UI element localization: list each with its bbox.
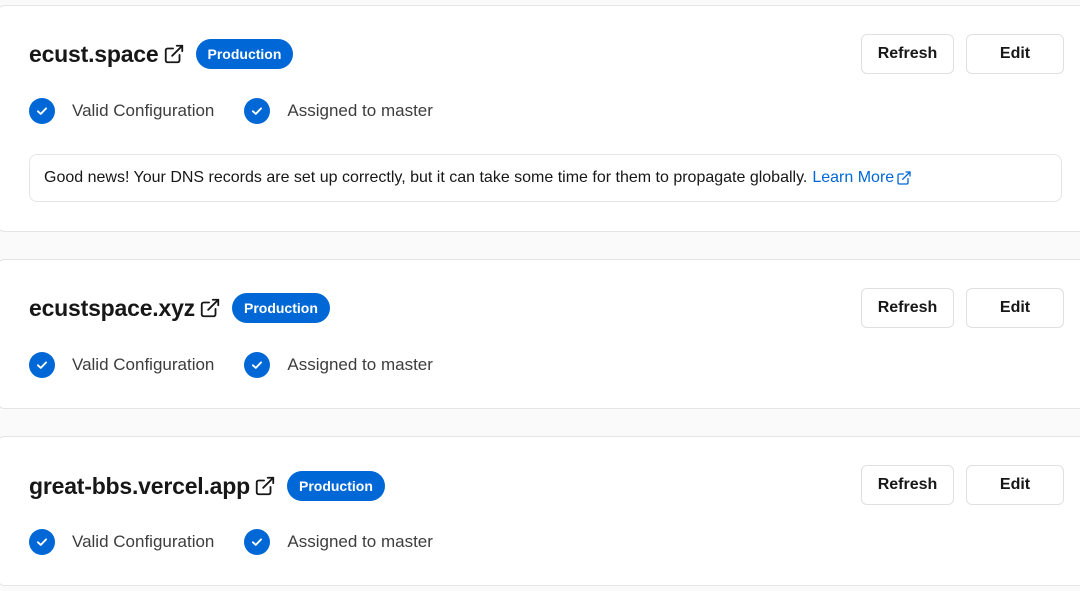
refresh-button[interactable]: Refresh: [861, 465, 954, 505]
check-circle-icon: [29, 98, 55, 124]
status-label: Valid Configuration: [72, 532, 215, 551]
external-link-icon[interactable]: [163, 43, 185, 65]
refresh-button[interactable]: Refresh: [861, 34, 954, 74]
status-label: Valid Configuration: [72, 355, 215, 374]
external-link-icon[interactable]: [199, 297, 221, 319]
status-valid-configuration: Valid Configuration: [29, 98, 214, 124]
domains-page: ecust.space Production Refresh Edit Vali…: [0, 0, 1080, 591]
domain-name[interactable]: ecustspace.xyz: [29, 295, 195, 322]
status-label: Assigned to master: [287, 101, 433, 120]
domain-header: great-bbs.vercel.app Production: [29, 466, 385, 506]
edit-button[interactable]: Edit: [966, 288, 1064, 328]
check-circle-icon: [29, 529, 55, 555]
edit-button[interactable]: Edit: [966, 34, 1064, 74]
check-circle-icon: [244, 98, 271, 124]
domain-name[interactable]: great-bbs.vercel.app: [29, 473, 250, 500]
dns-notice: Good news! Your DNS records are set up c…: [29, 154, 1062, 202]
domain-header: ecustspace.xyz Production: [29, 288, 330, 328]
domain-card: ecust.space Production Refresh Edit Vali…: [0, 5, 1080, 232]
learn-more-label[interactable]: Learn More: [812, 169, 894, 187]
status-valid-configuration: Valid Configuration: [29, 529, 214, 555]
external-link-icon[interactable]: [254, 475, 276, 497]
status-label: Assigned to master: [287, 355, 433, 374]
check-circle-icon: [244, 529, 271, 555]
external-link-icon[interactable]: [896, 170, 912, 186]
domain-card: great-bbs.vercel.app Production Refresh …: [0, 436, 1080, 586]
status-assigned-branch: Assigned to master: [244, 529, 433, 555]
status-row: Valid Configuration Assigned to master: [29, 528, 433, 556]
status-row: Valid Configuration Assigned to master: [29, 351, 433, 379]
check-circle-icon: [244, 352, 271, 378]
domain-header: ecust.space Production: [29, 34, 294, 74]
check-circle-icon: [29, 352, 55, 378]
environment-badge: Production: [286, 471, 385, 501]
edit-button[interactable]: Edit: [966, 465, 1064, 505]
status-row: Valid Configuration Assigned to master: [29, 97, 433, 125]
status-label: Assigned to master: [287, 532, 433, 551]
refresh-button[interactable]: Refresh: [861, 288, 954, 328]
domain-card: ecustspace.xyz Production Refresh Edit V…: [0, 259, 1080, 409]
environment-badge: Production: [231, 293, 330, 323]
domain-name[interactable]: ecust.space: [29, 41, 159, 68]
status-label: Valid Configuration: [72, 101, 215, 120]
environment-badge: Production: [195, 39, 294, 69]
notice-text: Good news! Your DNS records are set up c…: [44, 169, 808, 186]
status-assigned-branch: Assigned to master: [244, 98, 433, 124]
status-assigned-branch: Assigned to master: [244, 352, 433, 378]
learn-more-link[interactable]: Learn More: [812, 169, 912, 187]
status-valid-configuration: Valid Configuration: [29, 352, 214, 378]
